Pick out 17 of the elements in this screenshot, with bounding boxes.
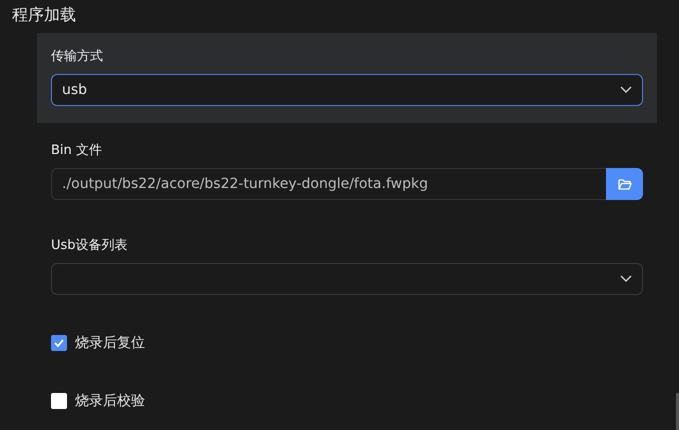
checkbox-label: 烧录后校验 — [75, 392, 145, 410]
transfer-select[interactable]: usb — [51, 74, 643, 106]
folder-icon — [618, 178, 632, 190]
checkbox-label: 烧录后复位 — [75, 334, 145, 352]
field-label: 传输方式 — [51, 48, 104, 65]
checkmark-icon — [54, 339, 64, 347]
usb-device-select[interactable] — [51, 263, 643, 295]
checkbox[interactable] — [51, 393, 67, 409]
checkbox[interactable] — [51, 335, 67, 351]
section-title: 程序加载 — [11, 4, 77, 26]
field-label: Usb设备列表 — [51, 237, 129, 254]
field-label: Bin 文件 — [51, 142, 103, 159]
chevron-down-icon — [620, 86, 632, 94]
browse-button[interactable] — [606, 168, 643, 200]
chevron-down-icon — [620, 275, 632, 283]
file-path-field[interactable]: ./output/bs22/acore/bs22-turnkey-dongle/fota.fwpkg — [51, 168, 606, 200]
scrollbar[interactable] — [676, 393, 679, 430]
